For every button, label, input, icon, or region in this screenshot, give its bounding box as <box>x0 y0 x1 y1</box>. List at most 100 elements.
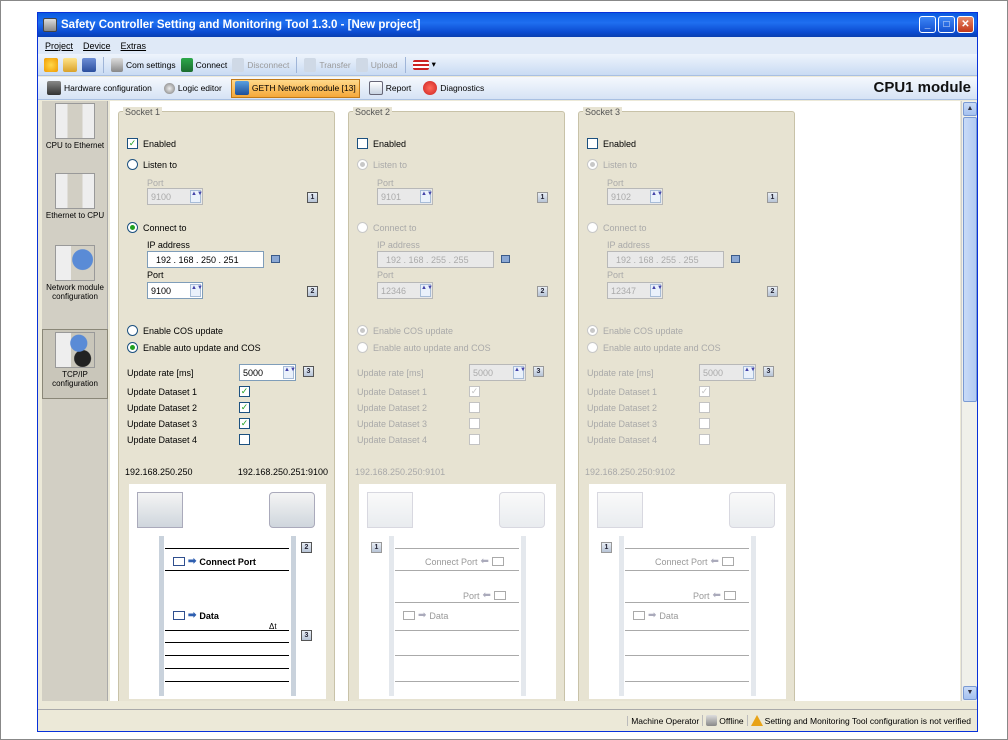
gear-icon <box>55 245 95 281</box>
report-tab[interactable]: Report <box>366 79 415 98</box>
connect-button[interactable]: Connect <box>180 57 227 72</box>
pc-terminal-icon <box>269 492 315 528</box>
enable-auto-radio[interactable]: Enable auto update and COS <box>587 342 721 353</box>
listen-port-field[interactable]: 9101 ▲▼ <box>377 188 433 205</box>
connect-port-field[interactable]: 12347 ▲▼ <box>607 282 663 299</box>
sequence-diagram: 2 ➡ Connect Port ➡ Data Δt 3 <box>129 484 326 699</box>
toolbar: Com settings Connect Disconnect Transfer… <box>38 54 977 76</box>
connect-to-radio[interactable]: Connect to <box>127 222 187 233</box>
sidebar-item-cpu-to-ethernet[interactable]: CPU to Ethernet <box>42 101 108 163</box>
menu-project[interactable]: Project <box>45 41 73 51</box>
connect-port-msg: Connect Port ⬅ <box>425 556 504 567</box>
arrow-line <box>395 681 519 682</box>
listen-to-radio[interactable]: Listen to <box>127 159 177 170</box>
info-badge-2: 2 <box>307 286 318 297</box>
menu-device[interactable]: Device <box>83 41 111 51</box>
enabled-checkbox[interactable]: Enabled <box>357 138 406 149</box>
ip-address-field[interactable]: 192 . 168 . 250 . 251 <box>147 251 264 268</box>
new-project-icon[interactable] <box>44 57 58 72</box>
socket-title: Socket 2 <box>353 107 393 117</box>
enable-cos-radio[interactable]: Enable COS update <box>587 325 683 336</box>
enable-cos-radio[interactable]: Enable COS update <box>357 325 453 336</box>
language-button[interactable]: ▾ <box>412 59 436 70</box>
dataset-3-checkbox[interactable] <box>469 418 480 429</box>
enable-auto-radio[interactable]: Enable auto update and COS <box>127 342 261 353</box>
listen-port-field[interactable]: 9100 ▲▼ <box>147 188 203 205</box>
dataset-3-label: Update Dataset 3 <box>357 419 428 429</box>
close-button[interactable]: ✕ <box>957 16 974 33</box>
info-badge-3: 3 <box>301 630 312 641</box>
arrow-line <box>395 548 519 549</box>
dataset-1-checkbox[interactable]: ✓ <box>469 386 480 397</box>
connection-status: Offline <box>702 715 744 726</box>
connect-to-radio[interactable]: Connect to <box>357 222 417 233</box>
ethernet-cpu-icon <box>55 173 95 209</box>
update-rate-field[interactable]: 5000 ▲▼ <box>699 364 756 381</box>
arrow-line <box>165 681 289 682</box>
ip-address-field[interactable]: 192 . 168 . 255 . 255 <box>607 251 724 268</box>
enable-cos-radio[interactable]: Enable COS update <box>127 325 223 336</box>
menu-extras[interactable]: Extras <box>121 41 147 51</box>
scroll-down-button[interactable]: ▼ <box>963 686 977 700</box>
ip-address-field[interactable]: 192 . 168 . 255 . 255 <box>377 251 494 268</box>
minimize-button[interactable]: _ <box>919 16 936 33</box>
lifeline-right <box>291 536 296 696</box>
maximize-button[interactable]: □ <box>938 16 955 33</box>
diagnostics-tab[interactable]: Diagnostics <box>420 79 487 98</box>
dataset-2-label: Update Dataset 2 <box>357 403 428 413</box>
arrow-line <box>165 548 289 549</box>
dataset-2-checkbox[interactable]: ✓ <box>239 402 250 413</box>
vertical-scrollbar[interactable]: ▲ ▼ <box>961 101 977 701</box>
dataset-4-checkbox[interactable] <box>239 434 250 445</box>
ip-address-label: IP address <box>377 240 420 250</box>
menu-bar: Project Device Extras <box>38 37 977 54</box>
socket-2-panel: Socket 2 Enabled Listen to Port 9101 ▲▼ 1… <box>348 107 565 701</box>
dataset-3-checkbox[interactable]: ✓ <box>239 418 250 429</box>
arrow-line <box>625 602 749 603</box>
com-settings-button[interactable]: Com settings <box>111 57 176 72</box>
offline-icon <box>706 715 718 726</box>
dataset-4-checkbox[interactable] <box>699 434 710 445</box>
connect-port-field[interactable]: 9100 ▲▼ <box>147 282 203 299</box>
info-badge-1: 1 <box>537 192 548 203</box>
listen-port-field[interactable]: 9102 ▲▼ <box>607 188 663 205</box>
arrow-left-icon: ⬅ <box>710 556 719 567</box>
arrow-line <box>395 602 519 603</box>
info-badge-2: 2 <box>767 286 778 297</box>
arrow-right-icon: ➡ <box>188 610 197 621</box>
monitor-icon[interactable] <box>731 255 740 263</box>
monitor-icon[interactable] <box>271 255 280 263</box>
update-rate-field[interactable]: 5000 ▲▼ <box>239 364 296 381</box>
dataset-2-checkbox[interactable] <box>469 402 480 413</box>
save-icon[interactable] <box>82 57 96 72</box>
open-folder-icon[interactable] <box>63 57 77 72</box>
connect-to-radio[interactable]: Connect to <box>587 222 647 233</box>
sidebar-item-tcpip[interactable]: TCP/IP configuration <box>42 329 108 399</box>
disconnect-button[interactable]: Disconnect <box>232 57 289 72</box>
dataset-2-checkbox[interactable] <box>699 402 710 413</box>
monitor-icon[interactable] <box>501 255 510 263</box>
enabled-checkbox[interactable]: Enabled <box>587 138 636 149</box>
logic-editor-tab[interactable]: Logic editor <box>161 79 225 98</box>
arrow-right-icon: ➡ <box>418 610 427 621</box>
dataset-4-checkbox[interactable] <box>469 434 480 445</box>
enabled-checkbox[interactable]: ✓ Enabled <box>127 138 176 149</box>
listen-to-radio[interactable]: Listen to <box>587 159 637 170</box>
dataset-1-checkbox[interactable]: ✓ <box>239 386 250 397</box>
dataset-1-checkbox[interactable]: ✓ <box>699 386 710 397</box>
connect-port-field[interactable]: 12346 ▲▼ <box>377 282 433 299</box>
user-status: Machine Operator <box>627 715 699 726</box>
geth-network-tab[interactable]: GETH Network module [13] <box>230 78 360 98</box>
scroll-thumb[interactable] <box>963 117 977 402</box>
sidebar-item-network-module[interactable]: Network module configuration <box>42 243 108 321</box>
upload-button[interactable]: Upload <box>355 57 398 72</box>
enable-auto-radio[interactable]: Enable auto update and COS <box>357 342 491 353</box>
sidebar-item-ethernet-to-cpu[interactable]: Ethernet to CPU <box>42 171 108 233</box>
transfer-button[interactable]: Transfer <box>304 57 351 72</box>
listen-to-radio[interactable]: Listen to <box>357 159 407 170</box>
info-badge-1: 1 <box>767 192 778 203</box>
hardware-config-tab[interactable]: Hardware configuration <box>44 79 155 98</box>
dataset-3-checkbox[interactable] <box>699 418 710 429</box>
update-rate-field[interactable]: 5000 ▲▼ <box>469 364 526 381</box>
scroll-up-button[interactable]: ▲ <box>963 102 977 116</box>
